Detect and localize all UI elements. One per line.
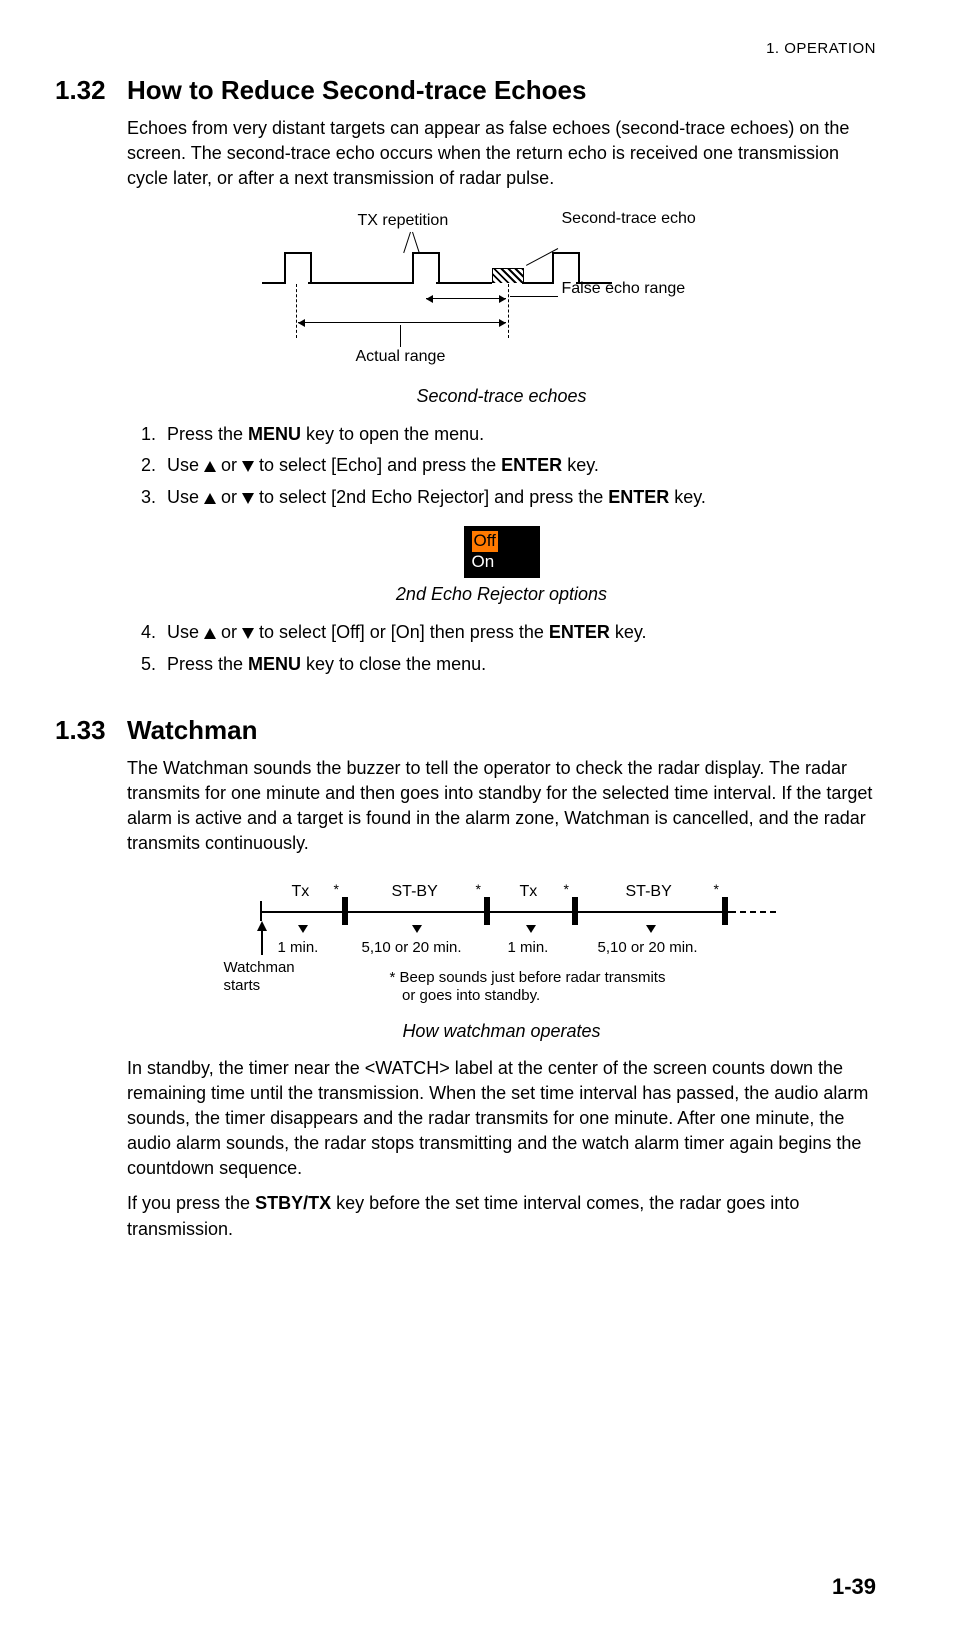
label-tx: Tx <box>520 883 538 901</box>
step-2: Use or to select [Echo] and press the EN… <box>161 452 876 480</box>
down-arrow-icon <box>242 628 254 639</box>
stby-tx-key: STBY/TX <box>255 1193 331 1213</box>
step-1: Press the MENU key to open the menu. <box>161 421 876 449</box>
section-1-33-heading: 1.33 Watchman <box>55 715 876 746</box>
figure-caption-second-trace: Second-trace echoes <box>127 386 876 407</box>
section-1-32-heading: 1.32 How to Reduce Second-trace Echoes <box>55 75 876 106</box>
label-stby: ST-BY <box>626 883 672 901</box>
page: 1. OPERATION 1.32 How to Reduce Second-t… <box>0 0 971 1640</box>
watchman-stbytx-paragraph: If you press the STBY/TX key before the … <box>127 1191 876 1241</box>
label-tx: Tx <box>292 883 310 901</box>
label-watchman-starts: Watchman starts <box>224 959 295 995</box>
step-3: Use or to select [2nd Echo Rejector] and… <box>161 484 876 512</box>
watchman-standby-paragraph: In standby, the timer near the <WATCH> l… <box>127 1056 876 1182</box>
label-actual-range: Actual range <box>356 348 446 366</box>
procedure-steps-1-3: Press the MENU key to open the menu. Use… <box>127 421 876 513</box>
step-4: Use or to select [Off] or [On] then pres… <box>161 619 876 647</box>
enter-key: ENTER <box>501 455 562 475</box>
label-second-trace-echo: Second-trace echo <box>562 210 696 228</box>
figure-caption-options: 2nd Echo Rejector options <box>127 584 876 605</box>
label-1min: 1 min. <box>508 939 549 956</box>
down-arrow-icon <box>242 493 254 504</box>
figure-caption-watchman: How watchman operates <box>127 1021 876 1042</box>
enter-key: ENTER <box>608 487 669 507</box>
figure-second-trace-echoes: TX repetition Second-trace echo False ec… <box>262 210 742 380</box>
procedure-steps-4-5: Use or to select [Off] or [On] then pres… <box>127 619 876 679</box>
section-title: Watchman <box>127 715 258 746</box>
section-title: How to Reduce Second-trace Echoes <box>127 75 586 106</box>
watchman-intro: The Watchman sounds the buzzer to tell t… <box>127 756 876 857</box>
option-on: On <box>472 552 532 572</box>
label-beep-note: * Beep sounds just before radar transmit… <box>390 969 666 1007</box>
up-arrow-icon <box>204 493 216 504</box>
menu-key: MENU <box>248 424 301 444</box>
down-arrow-icon <box>242 461 254 472</box>
figure-watchman-timeline: Tx * ST-BY * Tx * ST-BY * 1 min. 5,10 or… <box>222 875 782 1015</box>
running-head: 1. OPERATION <box>55 40 876 57</box>
label-stby: ST-BY <box>392 883 438 901</box>
section-1-32-body: Echoes from very distant targets can app… <box>127 116 876 679</box>
page-number: 1-39 <box>832 1574 876 1600</box>
option-off-selected: Off <box>472 531 498 551</box>
label-1min: 1 min. <box>278 939 319 956</box>
section-1-33-body: The Watchman sounds the buzzer to tell t… <box>127 756 876 1242</box>
label-interval: 5,10 or 20 min. <box>598 939 698 956</box>
section-number: 1.33 <box>55 715 127 746</box>
intro-paragraph: Echoes from very distant targets can app… <box>127 116 876 192</box>
up-arrow-icon <box>204 628 216 639</box>
section-number: 1.32 <box>55 75 127 106</box>
label-false-echo-range: False echo range <box>562 280 686 298</box>
label-tx-repetition: TX repetition <box>358 212 449 230</box>
up-arrow-icon <box>204 461 216 472</box>
enter-key: ENTER <box>549 622 610 642</box>
label-interval: 5,10 or 20 min. <box>362 939 462 956</box>
menu-key: MENU <box>248 654 301 674</box>
step-5: Press the MENU key to close the menu. <box>161 651 876 679</box>
figure-2nd-echo-rejector-options: Off On <box>464 526 540 578</box>
